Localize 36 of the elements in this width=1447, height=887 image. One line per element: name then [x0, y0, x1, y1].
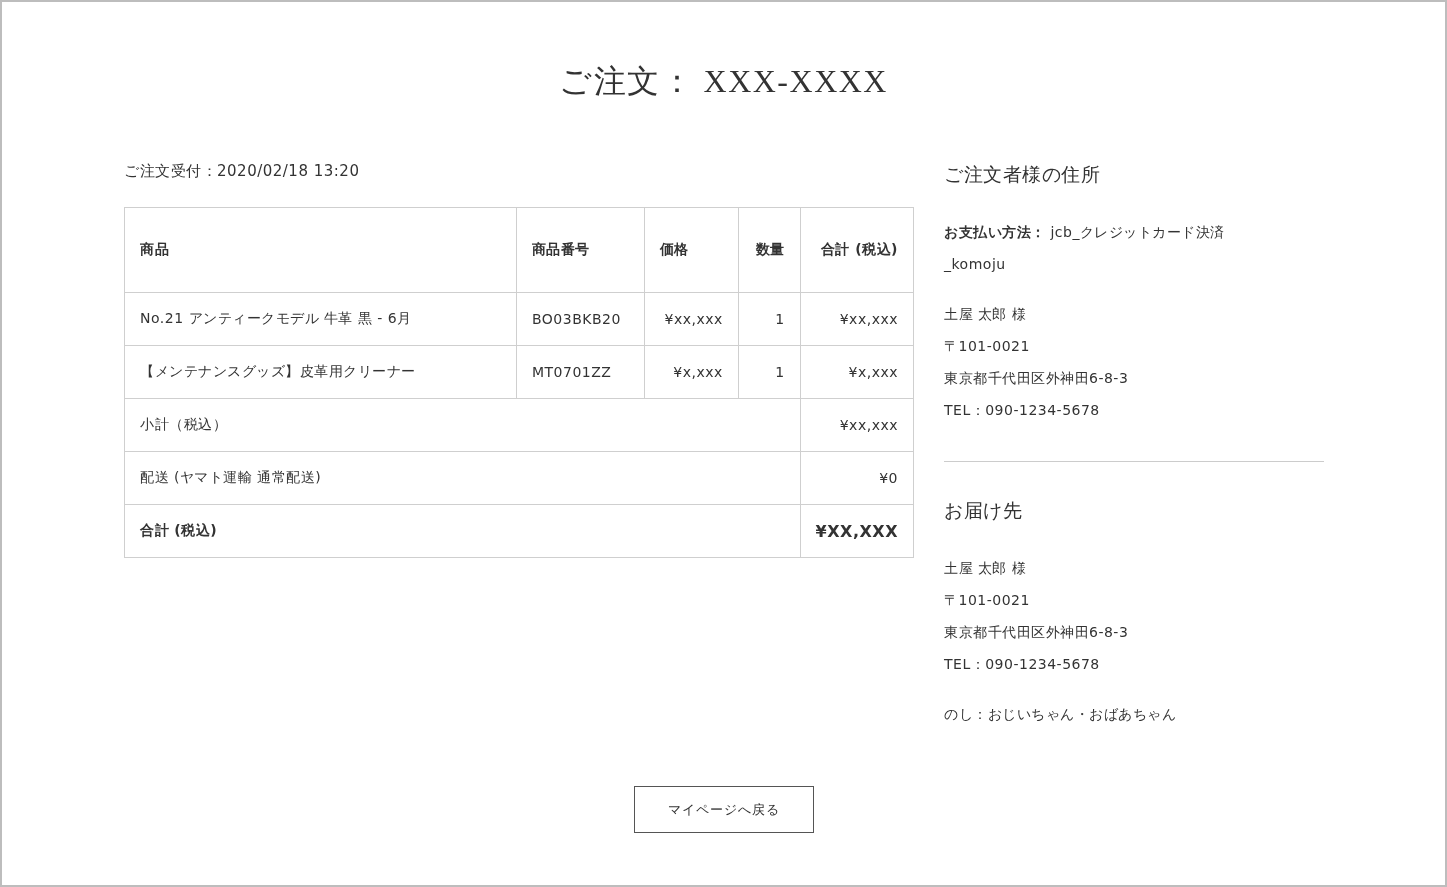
- summary-value: ¥0: [800, 451, 914, 505]
- address-line: 東京都千代田区外神田6-8-3: [944, 623, 1130, 642]
- column-header: 数量: [738, 207, 801, 293]
- table-cell: 1: [738, 345, 801, 399]
- column-header: 商品番号: [516, 207, 645, 293]
- address-line: 東京都千代田区外神田6-8-3: [944, 369, 1130, 388]
- column-header: 合計 (税込): [800, 207, 914, 293]
- address-line: 〒101-0021: [944, 337, 1031, 356]
- table-cell: 【メンテナンスグッズ】皮革用クリーナー: [124, 345, 517, 399]
- summary-value: ¥XX,XXX: [800, 504, 914, 558]
- back-to-mypage-button[interactable]: マイページへ戻る: [633, 786, 814, 833]
- payment-method: お支払い方法： jcb_クレジットカード決済_komoju: [944, 223, 1226, 274]
- section-heading: お届け先: [944, 498, 1023, 523]
- address-line: TEL：090-1234-5678: [944, 655, 1101, 674]
- address-line: TEL：090-1234-5678: [944, 401, 1101, 420]
- column-header: 価格: [644, 207, 739, 293]
- table-cell: ¥xx,xxx: [644, 292, 739, 346]
- noshi-note: のし：おじいちゃん・おばあちゃん: [944, 705, 1177, 724]
- table-cell: ¥x,xxx: [644, 345, 739, 399]
- table-cell: No.21 アンティークモデル 牛革 黒 - 6月: [124, 292, 517, 346]
- page-title: ご注文： XXX-XXXX: [558, 62, 889, 101]
- summary-label: 合計 (税込): [124, 504, 801, 558]
- order-date: ご注文受付：2020/02/18 13:20: [124, 162, 361, 181]
- column-header: 商品: [124, 207, 517, 293]
- address-line: 〒101-0021: [944, 591, 1031, 610]
- summary-value: ¥xx,xxx: [800, 398, 914, 452]
- table-cell: MT0701ZZ: [516, 345, 645, 399]
- table-cell: ¥x,xxx: [800, 345, 914, 399]
- summary-label: 配送 (ヤマト運輸 通常配送): [124, 451, 801, 505]
- table-cell: ¥xx,xxx: [800, 292, 914, 346]
- address-line: 土屋 太郎 様: [944, 559, 1028, 578]
- summary-label: 小計（税込）: [124, 398, 801, 452]
- table-cell: BO03BKB20: [516, 292, 645, 346]
- section-heading: ご注文者様の住所: [944, 162, 1101, 187]
- table-cell: 1: [738, 292, 801, 346]
- address-line: 土屋 太郎 様: [944, 305, 1028, 324]
